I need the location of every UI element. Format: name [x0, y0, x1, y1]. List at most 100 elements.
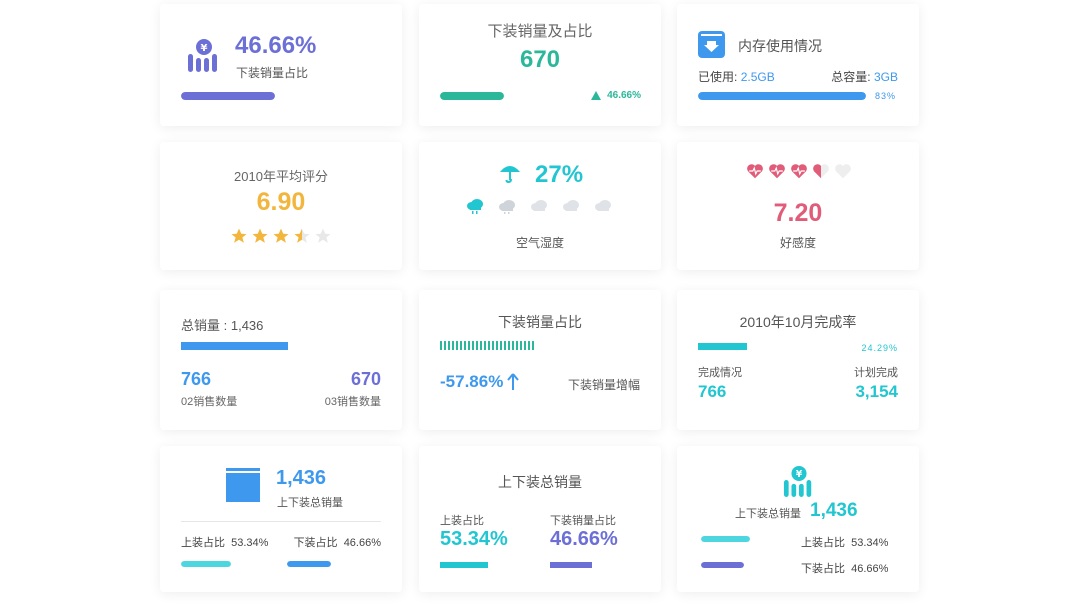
card-favorability: 7.20 好感度	[677, 142, 919, 270]
top-value: 53.34%	[440, 528, 508, 550]
used-info: 已使用: 2.5GB	[698, 68, 775, 85]
card-bottom-sales-growth: 下装销量占比 -57.86% 下装销量增幅	[419, 290, 661, 430]
bottom-share-value: 46.66%	[343, 537, 381, 549]
humidity-label: 空气湿度	[515, 236, 564, 250]
rain-cloud-icon	[467, 199, 483, 214]
row2-value: 46.66%	[851, 563, 889, 575]
card-total-clothing-sales: 1,436 上下装总销量 上装占比 53.34% 下装占比 46.66%	[160, 446, 402, 592]
money-chart-icon: ¥	[186, 38, 222, 72]
summary-value: 1,436	[810, 500, 858, 521]
favorability-value: 7.20	[773, 199, 823, 227]
clothing-total-label: 上下装总销量	[277, 497, 343, 509]
top-share-row: 上装占比 53.34%	[181, 534, 268, 550]
card-memory-usage: 内存使用情况 已使用: 2.5GB 总容量: 3GB 83%	[677, 4, 919, 126]
total-label: 总容量:	[831, 70, 871, 84]
total-sales-heading: 总销量 : 1,436	[181, 315, 263, 334]
share-progress-bar	[181, 92, 275, 100]
bottom-share-row: 下装占比 46.66%	[294, 534, 381, 550]
arrow-up-icon	[507, 373, 520, 390]
done-value: 766	[698, 382, 727, 401]
right-sales-value: 670	[350, 369, 381, 389]
trend-indicator: 46.66%	[591, 90, 641, 101]
money-chart-icon: ¥	[782, 465, 816, 497]
card-title: 下装销量及占比	[487, 23, 593, 40]
plan-label: 计划完成	[854, 367, 898, 379]
row1-value: 53.34%	[851, 537, 889, 549]
total-sales-label: 总销量 :	[181, 318, 228, 333]
striped-progress-bar	[440, 341, 534, 350]
growth-value: -57.86%	[440, 372, 504, 391]
top-share-value: 53.34%	[231, 537, 269, 549]
half-star-icon	[294, 228, 310, 243]
cloud-icon	[531, 200, 547, 211]
summary-label: 上下装总销量	[735, 508, 801, 520]
row2-progress-bar	[701, 562, 744, 568]
clothing-total-value: 1,436	[276, 467, 327, 489]
card-average-rating: 2010年平均评分 6.90	[160, 142, 402, 270]
growth-value-row: -57.86%	[440, 372, 520, 392]
star-icon	[231, 228, 247, 243]
total-sales-progress-bar	[181, 342, 288, 350]
top-share-progress-bar	[181, 561, 231, 567]
box-icon	[226, 468, 260, 502]
cloud-icon	[499, 200, 515, 214]
row2-label: 下装占比	[801, 563, 845, 575]
heart-rating	[746, 163, 852, 179]
star-icon	[252, 228, 268, 243]
card-total-sales: 总销量 : 1,436 766 02销售数量 670 03销售数量	[160, 290, 402, 430]
memory-percent: 83%	[874, 91, 896, 101]
favorability-label: 好感度	[779, 236, 816, 250]
bottom-progress-bar	[550, 562, 592, 568]
used-value: 2.5GB	[740, 70, 775, 84]
bottom-label: 下装销量占比	[550, 515, 616, 527]
top-progress-bar	[440, 562, 488, 568]
left-sales-value: 766	[181, 369, 212, 389]
star-rating	[230, 227, 332, 245]
card-clothing-sales-summary: ¥ 上下装总销量 1,436 上装占比 53.34% 下装占比 46.66%	[677, 446, 919, 592]
heart-empty-icon	[835, 164, 851, 179]
card-bottom-sales-share: ¥ 46.66% 下装销量占比	[160, 4, 402, 126]
left-sales-label: 02销售数量	[181, 396, 238, 408]
total-sales-value: 1,436	[230, 318, 264, 333]
completion-progress-bar	[698, 343, 747, 350]
total-value: 3GB	[873, 70, 898, 84]
plan-value: 3,154	[855, 382, 898, 401]
card-air-humidity: 27% 空气湿度	[419, 142, 661, 270]
download-box-icon	[698, 31, 725, 58]
humidity-value: 27%	[535, 161, 584, 188]
share-label: 下装销量占比	[236, 66, 309, 80]
share-value: 46.66%	[235, 32, 317, 59]
completion-title: 2010年10月完成率	[739, 314, 857, 330]
top-share-label: 上装占比	[181, 537, 225, 549]
row1-label: 上装占比	[801, 537, 845, 549]
svg-text:¥: ¥	[201, 43, 208, 54]
heartbeat-icon	[769, 164, 785, 179]
used-label: 已使用:	[698, 70, 738, 84]
growth-label: 下装销量增幅	[567, 378, 640, 392]
star-icon	[273, 228, 289, 243]
trend-value: 46.66%	[607, 90, 641, 101]
top-label: 上装占比	[440, 515, 484, 527]
umbrella-icon	[499, 162, 521, 184]
right-sales-label: 03销售数量	[324, 396, 381, 408]
heartbeat-icon	[791, 164, 807, 179]
card-clothing-sales-split: 上下装总销量 上装占比 53.34% 下装销量占比 46.66%	[419, 446, 661, 592]
cloud-icon	[563, 200, 579, 211]
memory-title: 内存使用情况	[738, 38, 822, 54]
row2-info: 下装占比 46.66%	[801, 560, 888, 576]
rating-value: 6.90	[256, 188, 306, 216]
completion-percent: 24.29%	[861, 343, 898, 353]
svg-text:¥: ¥	[796, 469, 803, 480]
half-heart-icon	[813, 164, 829, 179]
bottom-share-progress-bar	[287, 561, 331, 567]
done-label: 完成情况	[698, 367, 742, 379]
card-bottom-sales-and-share: 下装销量及占比 670 46.66%	[419, 4, 661, 126]
bottom-value: 46.66%	[550, 528, 618, 550]
split-title: 上下装总销量	[498, 474, 582, 490]
triangle-up-icon	[591, 91, 602, 100]
heartbeat-icon	[747, 164, 763, 179]
row1-info: 上装占比 53.34%	[801, 534, 888, 550]
growth-title: 下装销量占比	[498, 314, 582, 330]
cloud-icon	[595, 200, 611, 211]
memory-progress-bar	[698, 92, 866, 100]
